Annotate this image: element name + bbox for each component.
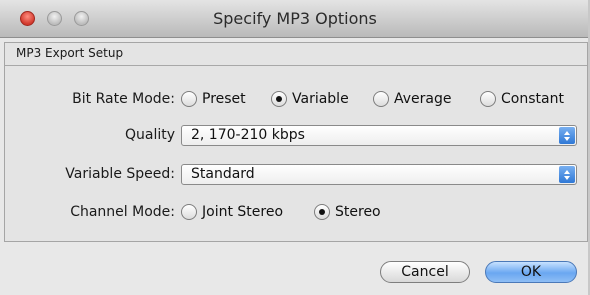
radio-button-selected-icon — [271, 91, 287, 107]
radio-variable[interactable]: Variable — [271, 91, 349, 107]
radio-button-icon — [181, 91, 197, 107]
radio-label: Average — [394, 91, 452, 107]
radio-constant[interactable]: Constant — [480, 91, 564, 107]
variable-speed-value: Standard — [191, 166, 255, 182]
ok-button[interactable]: OK — [485, 261, 577, 283]
radio-average[interactable]: Average — [373, 91, 452, 107]
radio-button-icon — [373, 91, 389, 107]
radio-label: Joint Stereo — [202, 204, 284, 220]
section-divider — [5, 65, 587, 66]
radio-stereo[interactable]: Stereo — [314, 204, 381, 220]
radio-label: Preset — [202, 91, 246, 107]
bit-rate-mode-label: Bit Rate Mode: — [72, 91, 175, 107]
quality-select[interactable]: 2, 170-210 kbps — [181, 125, 577, 146]
radio-button-icon — [480, 91, 496, 107]
radio-label: Constant — [501, 91, 564, 107]
radio-label: Stereo — [335, 204, 381, 220]
title-bar: Specify MP3 Options — [0, 0, 590, 38]
variable-speed-label: Variable Speed: — [65, 166, 175, 182]
radio-button-selected-icon — [314, 204, 330, 220]
popup-arrows-icon — [559, 127, 575, 144]
radio-button-icon — [181, 204, 197, 220]
popup-arrows-icon — [559, 166, 575, 183]
mp3-options-window: Specify MP3 Options MP3 Export Setup Bit… — [0, 0, 590, 295]
section-label: MP3 Export Setup — [16, 46, 124, 60]
cancel-button[interactable]: Cancel — [380, 261, 470, 283]
radio-preset[interactable]: Preset — [181, 91, 246, 107]
radio-label: Variable — [292, 91, 349, 107]
mp3-export-setup-panel: MP3 Export Setup Bit Rate Mode: Preset V… — [4, 42, 588, 242]
channel-mode-label: Channel Mode: — [70, 204, 175, 220]
radio-joint-stereo[interactable]: Joint Stereo — [181, 204, 283, 220]
variable-speed-select[interactable]: Standard — [181, 164, 577, 185]
window-title: Specify MP3 Options — [213, 9, 377, 28]
quality-label: Quality — [124, 127, 175, 143]
quality-value: 2, 170-210 kbps — [191, 127, 305, 143]
